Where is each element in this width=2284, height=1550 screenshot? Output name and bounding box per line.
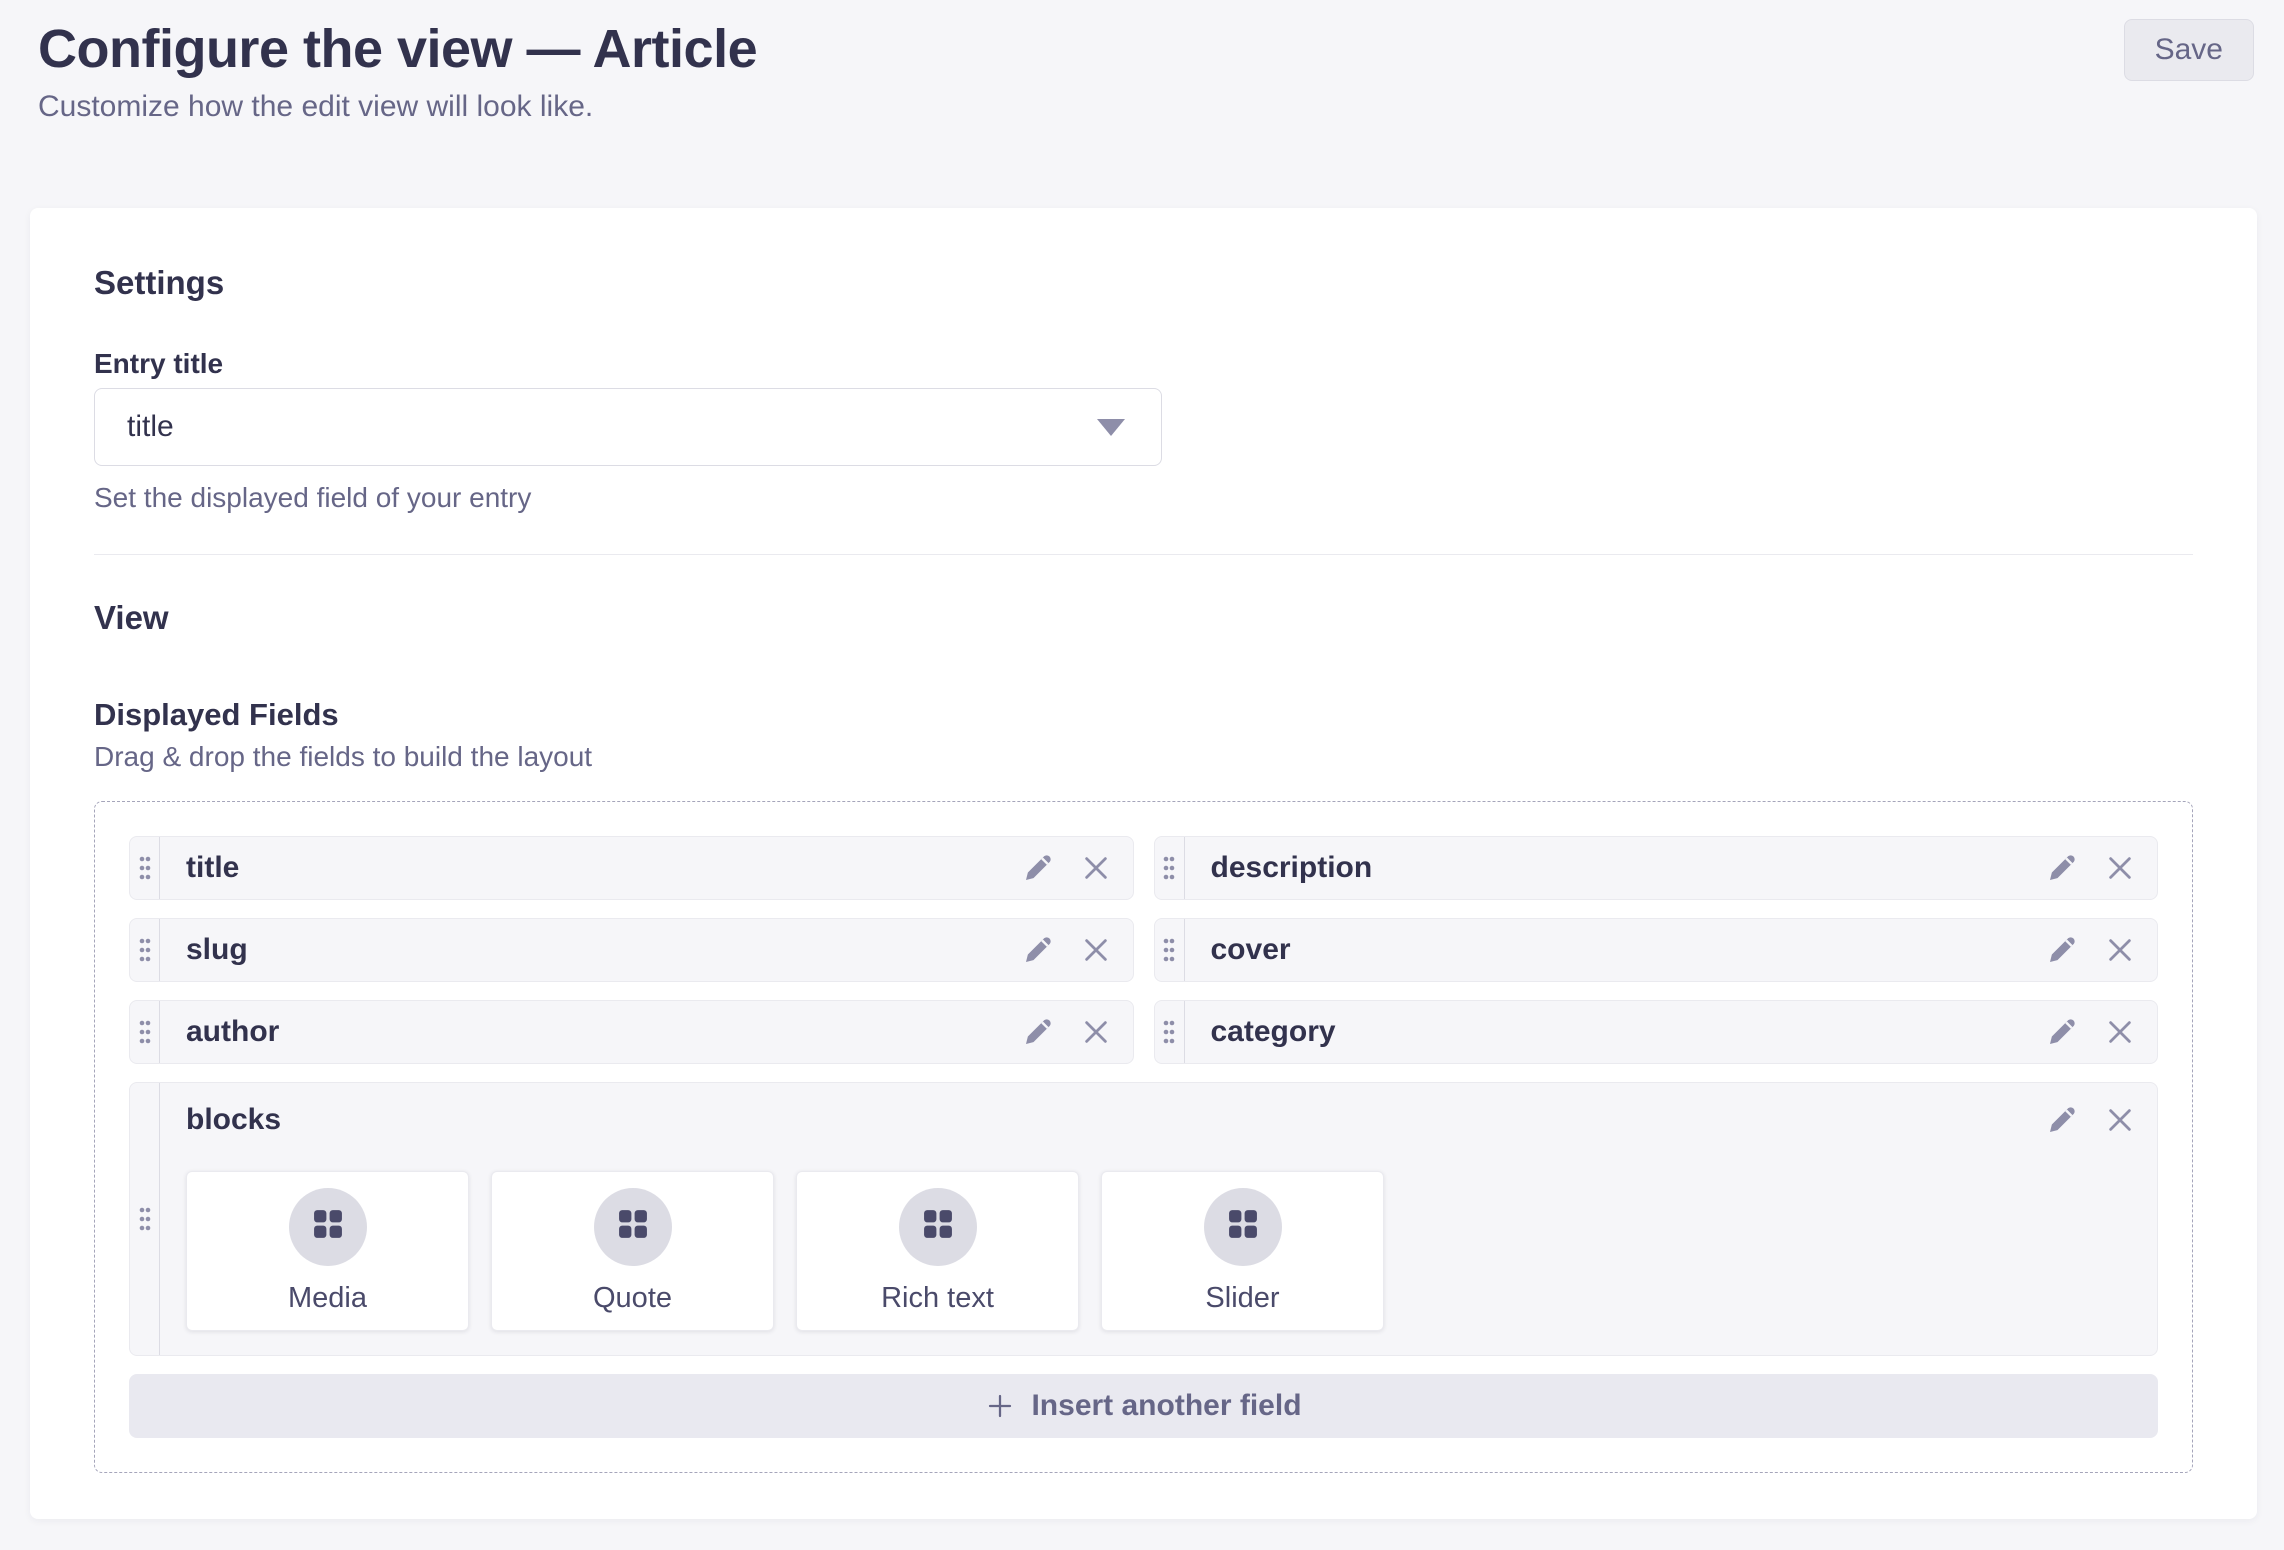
drag-dots-icon — [138, 1206, 152, 1232]
remove-field-button[interactable] — [1079, 851, 1113, 885]
field-label: slug — [160, 919, 1021, 981]
settings-section: Settings Entry title title Set the displ… — [94, 264, 2193, 514]
component-card-quote: Quote — [491, 1171, 774, 1331]
view-section: View Displayed Fields Drag & drop the fi… — [94, 599, 2193, 1473]
fields-grid: title description — [129, 836, 2158, 1356]
drag-handle[interactable] — [130, 1083, 160, 1355]
close-icon — [1081, 853, 1111, 883]
plus-icon — [985, 1391, 1015, 1421]
save-button[interactable]: Save — [2124, 19, 2254, 81]
drag-handle[interactable] — [130, 1001, 160, 1063]
edit-field-button[interactable] — [1021, 851, 1055, 885]
field-label: cover — [1185, 919, 2046, 981]
component-label: Rich text — [881, 1282, 994, 1315]
remove-field-button[interactable] — [1079, 1015, 1113, 1049]
component-card-rich-text: Rich text — [796, 1171, 1079, 1331]
close-icon — [1081, 1017, 1111, 1047]
field-row-author[interactable]: author — [129, 1000, 1134, 1064]
edit-field-button[interactable] — [2045, 933, 2079, 967]
field-row-slug[interactable]: slug — [129, 918, 1134, 982]
pencil-icon — [1022, 1016, 1054, 1048]
drag-dots-icon — [1162, 855, 1176, 881]
page-subtitle: Customize how the edit view will look li… — [38, 90, 2246, 124]
close-icon — [1081, 935, 1111, 965]
drag-handle[interactable] — [130, 919, 160, 981]
entry-title-select[interactable]: title — [94, 388, 1162, 466]
field-label: description — [1185, 837, 2046, 899]
entry-title-label: Entry title — [94, 348, 2193, 380]
page-header: Configure the view — Article Customize h… — [0, 0, 2284, 124]
field-label: author — [160, 1001, 1021, 1063]
insert-another-field-label: Insert another field — [1031, 1389, 1301, 1423]
component-label: Media — [288, 1282, 367, 1315]
pencil-icon — [2046, 1016, 2078, 1048]
grid-icon — [618, 1209, 648, 1239]
component-card-media: Media — [186, 1171, 469, 1331]
section-divider — [94, 554, 2193, 555]
field-row-description[interactable]: description — [1154, 836, 2159, 900]
remove-field-button[interactable] — [2103, 1015, 2137, 1049]
component-label: Slider — [1205, 1282, 1279, 1315]
view-heading: View — [94, 599, 2193, 637]
content-card: Settings Entry title title Set the displ… — [30, 208, 2257, 1519]
close-icon — [2105, 1017, 2135, 1047]
chevron-down-icon — [1097, 419, 1125, 436]
entry-title-selected-value: title — [127, 410, 174, 444]
remove-field-button[interactable] — [2103, 851, 2137, 885]
close-icon — [2105, 853, 2135, 883]
field-label: category — [1185, 1001, 2046, 1063]
edit-field-button[interactable] — [1021, 933, 1055, 967]
drag-dots-icon — [138, 1019, 152, 1045]
remove-field-button[interactable] — [1079, 933, 1113, 967]
field-label: blocks — [186, 1103, 281, 1137]
dynamic-zone-components: Media Quote — [186, 1171, 2137, 1331]
grid-icon — [1228, 1209, 1258, 1239]
drag-handle[interactable] — [130, 837, 160, 899]
field-row-cover[interactable]: cover — [1154, 918, 2159, 982]
field-row-blocks[interactable]: blocks Media — [129, 1082, 2158, 1356]
remove-field-button[interactable] — [2103, 1103, 2137, 1137]
drag-handle[interactable] — [1155, 919, 1185, 981]
edit-field-button[interactable] — [2045, 1015, 2079, 1049]
field-row-category[interactable]: category — [1154, 1000, 2159, 1064]
edit-field-button[interactable] — [2045, 851, 2079, 885]
entry-title-hint: Set the displayed field of your entry — [94, 482, 2193, 514]
pencil-icon — [1022, 934, 1054, 966]
grid-icon — [923, 1209, 953, 1239]
drag-dots-icon — [1162, 1019, 1176, 1045]
remove-field-button[interactable] — [2103, 933, 2137, 967]
drag-handle[interactable] — [1155, 1001, 1185, 1063]
drag-dots-icon — [138, 937, 152, 963]
field-row-title[interactable]: title — [129, 836, 1134, 900]
drag-handle[interactable] — [1155, 837, 1185, 899]
pencil-icon — [2046, 934, 2078, 966]
component-label: Quote — [593, 1282, 672, 1315]
close-icon — [2105, 1105, 2135, 1135]
pencil-icon — [2046, 852, 2078, 884]
insert-another-field-button[interactable]: Insert another field — [129, 1374, 2158, 1438]
page-title: Configure the view — Article — [38, 18, 2246, 80]
edit-field-button[interactable] — [1021, 1015, 1055, 1049]
displayed-fields-heading: Displayed Fields — [94, 697, 2193, 733]
close-icon — [2105, 935, 2135, 965]
grid-icon — [313, 1209, 343, 1239]
pencil-icon — [1022, 852, 1054, 884]
configure-view-page: Configure the view — Article Customize h… — [0, 0, 2284, 1550]
settings-heading: Settings — [94, 264, 2193, 302]
displayed-fields-subtitle: Drag & drop the fields to build the layo… — [94, 741, 2193, 773]
fields-drop-zone: title description — [94, 801, 2193, 1473]
drag-dots-icon — [1162, 937, 1176, 963]
drag-dots-icon — [138, 855, 152, 881]
component-card-slider: Slider — [1101, 1171, 1384, 1331]
edit-field-button[interactable] — [2045, 1103, 2079, 1137]
field-label: title — [160, 837, 1021, 899]
pencil-icon — [2046, 1104, 2078, 1136]
